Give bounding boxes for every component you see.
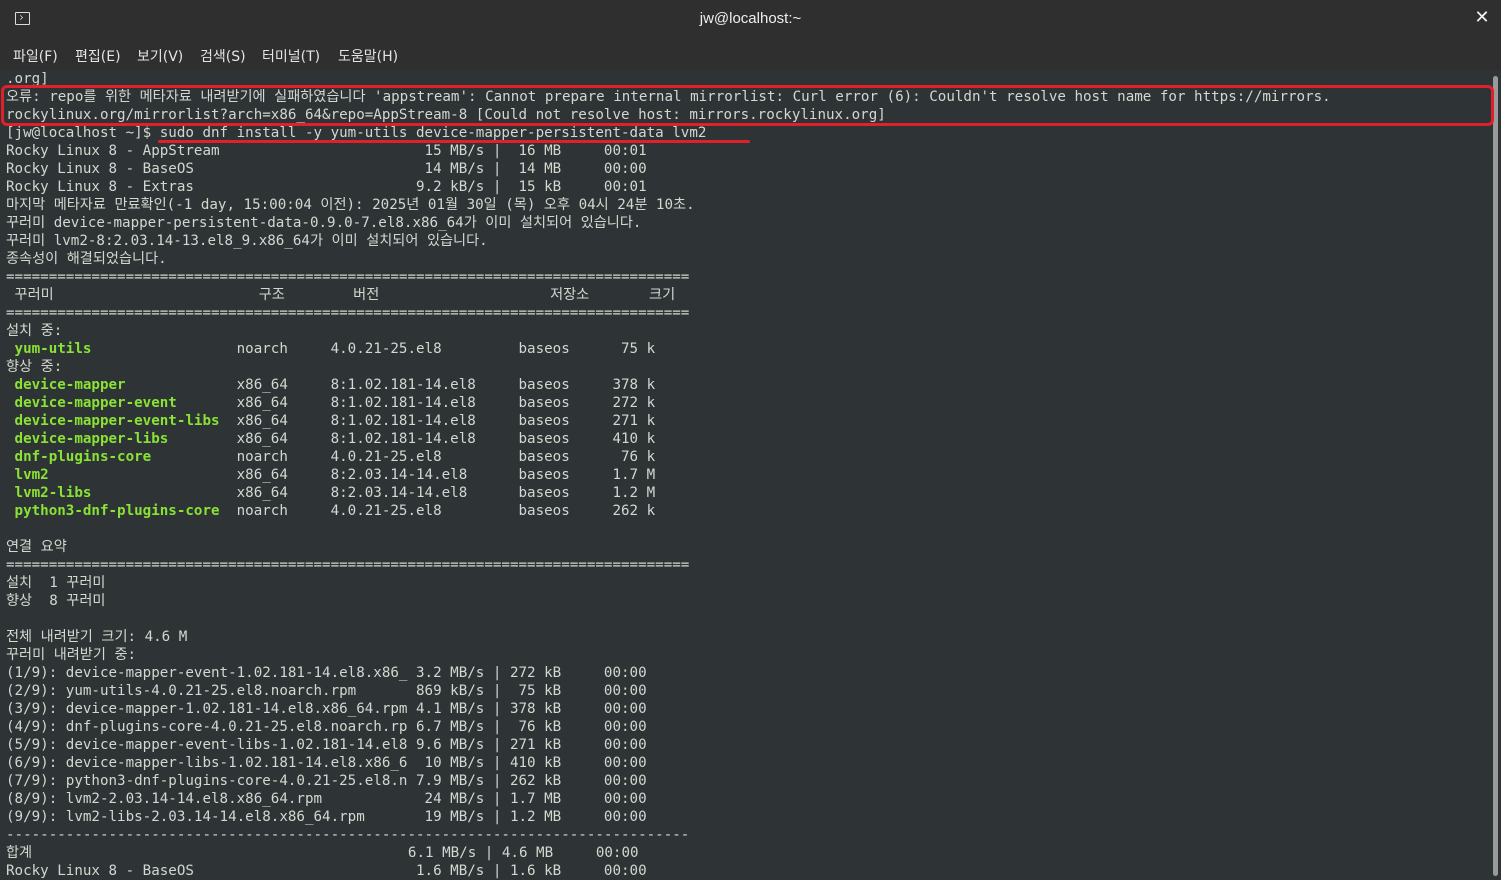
section-heading: 연결 요약 [6, 539, 67, 555]
terminal-line: .org] [6, 71, 49, 87]
package-row: lvm2 x86_64 8:2.03.14-14.el8 baseos 1.7 … [6, 466, 656, 484]
package-details: x86_64 8:2.03.14-14.el8 baseos 1.2 M [91, 485, 656, 501]
download-line: (8/9): lvm2-2.03.14-14.el8.x86_64.rpm 24… [6, 791, 647, 807]
download-line: (7/9): python3-dnf-plugins-core-4.0.21-2… [6, 773, 647, 789]
package-row: python3-dnf-plugins-core noarch 4.0.21-2… [6, 502, 656, 520]
package-name: lvm2-libs [14, 485, 92, 501]
total-line: 합계 6.1 MB/s | 4.6 MB 00:00 [6, 845, 639, 861]
package-details: noarch 4.0.21-25.el8 baseos 262 k [219, 503, 656, 519]
menu-file[interactable]: 파일(F) [13, 46, 58, 66]
package-name: python3-dnf-plugins-core [14, 503, 220, 519]
download-line: (5/9): device-mapper-event-libs-1.02.181… [6, 737, 647, 753]
error-line: 오류: repo를 위한 메타자료 내려받기에 실패하였습니다 'appstre… [6, 89, 1331, 105]
download-line: (1/9): device-mapper-event-1.02.181-14.e… [6, 665, 647, 681]
error-line-continued: rockylinux.org/mirrorlist?arch=x86_64&re… [6, 107, 886, 123]
separator-line: ========================================… [6, 557, 690, 573]
package-row: lvm2-libs x86_64 8:2.03.14-14.el8 baseos… [6, 484, 656, 502]
package-name: device-mapper-event-libs [14, 413, 220, 429]
section-heading: 향상 중: [6, 359, 63, 375]
package-row: yum-utils noarch 4.0.21-25.el8 baseos 75… [6, 340, 656, 358]
package-details: noarch 4.0.21-25.el8 baseos 76 k [151, 449, 656, 465]
terminal-line: 꾸러미 device-mapper-persistent-data-0.9.0-… [6, 215, 642, 231]
package-details: x86_64 8:1.02.181-14.el8 baseos 271 k [219, 413, 656, 429]
scrollbar[interactable] [1490, 70, 1501, 880]
package-details: x86_64 8:1.02.181-14.el8 baseos 410 k [168, 431, 656, 447]
package-row: dnf-plugins-core noarch 4.0.21-25.el8 ba… [6, 448, 656, 466]
window-title: jw@localhost:~ [699, 10, 802, 27]
terminal-line: 향상 8 꾸러미 [6, 593, 106, 609]
package-details: x86_64 8:1.02.181-14.el8 baseos 272 k [176, 395, 656, 411]
table-header: 꾸러미 구조 버전 저장소 크기 [6, 287, 676, 303]
menu-view[interactable]: 보기(V) [137, 46, 183, 66]
package-name: device-mapper-libs [14, 431, 169, 447]
package-row: device-mapper-event x86_64 8:1.02.181-14… [6, 394, 656, 412]
separator-line: ========================================… [6, 305, 690, 321]
download-line: (2/9): yum-utils-4.0.21-25.el8.noarch.rp… [6, 683, 647, 699]
menu-bar: 파일(F) 편집(E) 보기(V) 검색(S) 터미널(T) 도움말(H) [0, 38, 1501, 71]
terminal-line: 설치 1 꾸러미 [6, 575, 106, 591]
scrollbar-thumb[interactable] [1493, 76, 1498, 876]
terminal-line: 마지막 메타자료 만료확인(-1 day, 15:00:04 이전): 2025… [6, 197, 695, 213]
terminal-line: 꾸러미 lvm2-8:2.03.14-13.el8_9.x86_64가 이미 설… [6, 233, 488, 249]
package-name: lvm2 [14, 467, 49, 483]
menu-search[interactable]: 검색(S) [200, 46, 246, 66]
package-row: device-mapper-libs x86_64 8:1.02.181-14.… [6, 430, 656, 448]
title-bar: jw@localhost:~ ✕ [0, 0, 1501, 39]
package-details: x86_64 8:2.03.14-14.el8 baseos 1.7 M [48, 467, 656, 483]
terminal-line: 꾸러미 내려받기 중: [6, 647, 137, 663]
package-details: x86_64 8:1.02.181-14.el8 baseos 378 k [125, 377, 656, 393]
terminal-line: Rocky Linux 8 - AppStream 15 MB/s | 16 M… [6, 143, 647, 159]
package-row: device-mapper x86_64 8:1.02.181-14.el8 b… [6, 376, 656, 394]
command-prompt-line: [jw@localhost ~]$ sudo dnf install -y yu… [6, 125, 707, 141]
section-heading: 설치 중: [6, 323, 63, 339]
terminal-line: Rocky Linux 8 - BaseOS 1.6 MB/s | 1.6 kB… [6, 863, 647, 879]
menu-edit[interactable]: 편집(E) [75, 46, 121, 66]
menu-terminal[interactable]: 터미널(T) [262, 46, 320, 66]
package-details: noarch 4.0.21-25.el8 baseos 75 k [91, 341, 656, 357]
close-button[interactable]: ✕ [1471, 7, 1493, 29]
download-line: (6/9): device-mapper-libs-1.02.181-14.el… [6, 755, 647, 771]
download-line: (4/9): dnf-plugins-core-4.0.21-25.el8.no… [6, 719, 647, 735]
package-name: dnf-plugins-core [14, 449, 152, 465]
download-line: (3/9): device-mapper-1.02.181-14.el8.x86… [6, 701, 647, 717]
download-line: (9/9): lvm2-libs-2.03.14-14.el8.x86_64.r… [6, 809, 647, 825]
menu-help[interactable]: 도움말(H) [338, 46, 398, 66]
terminal-line: 전체 내려받기 크기: 4.6 M [6, 629, 188, 645]
terminal-line: Rocky Linux 8 - Extras 9.2 kB/s | 15 kB … [6, 179, 647, 195]
separator-line: ----------------------------------------… [6, 827, 690, 843]
package-name: device-mapper [14, 377, 126, 393]
package-name: yum-utils [14, 341, 92, 357]
terminal-line: 종속성이 해결되었습니다. [6, 251, 167, 267]
package-name: device-mapper-event [14, 395, 177, 411]
terminal-output[interactable]: .org] 오류: repo를 위한 메타자료 내려받기에 실패하였습니다 'a… [0, 70, 1490, 880]
separator-line: ========================================… [6, 269, 690, 285]
terminal-window: jw@localhost:~ ✕ 파일(F) 편집(E) 보기(V) 검색(S)… [0, 0, 1501, 880]
terminal-line: Rocky Linux 8 - BaseOS 14 MB/s | 14 MB 0… [6, 161, 647, 177]
package-row: device-mapper-event-libs x86_64 8:1.02.1… [6, 412, 656, 430]
